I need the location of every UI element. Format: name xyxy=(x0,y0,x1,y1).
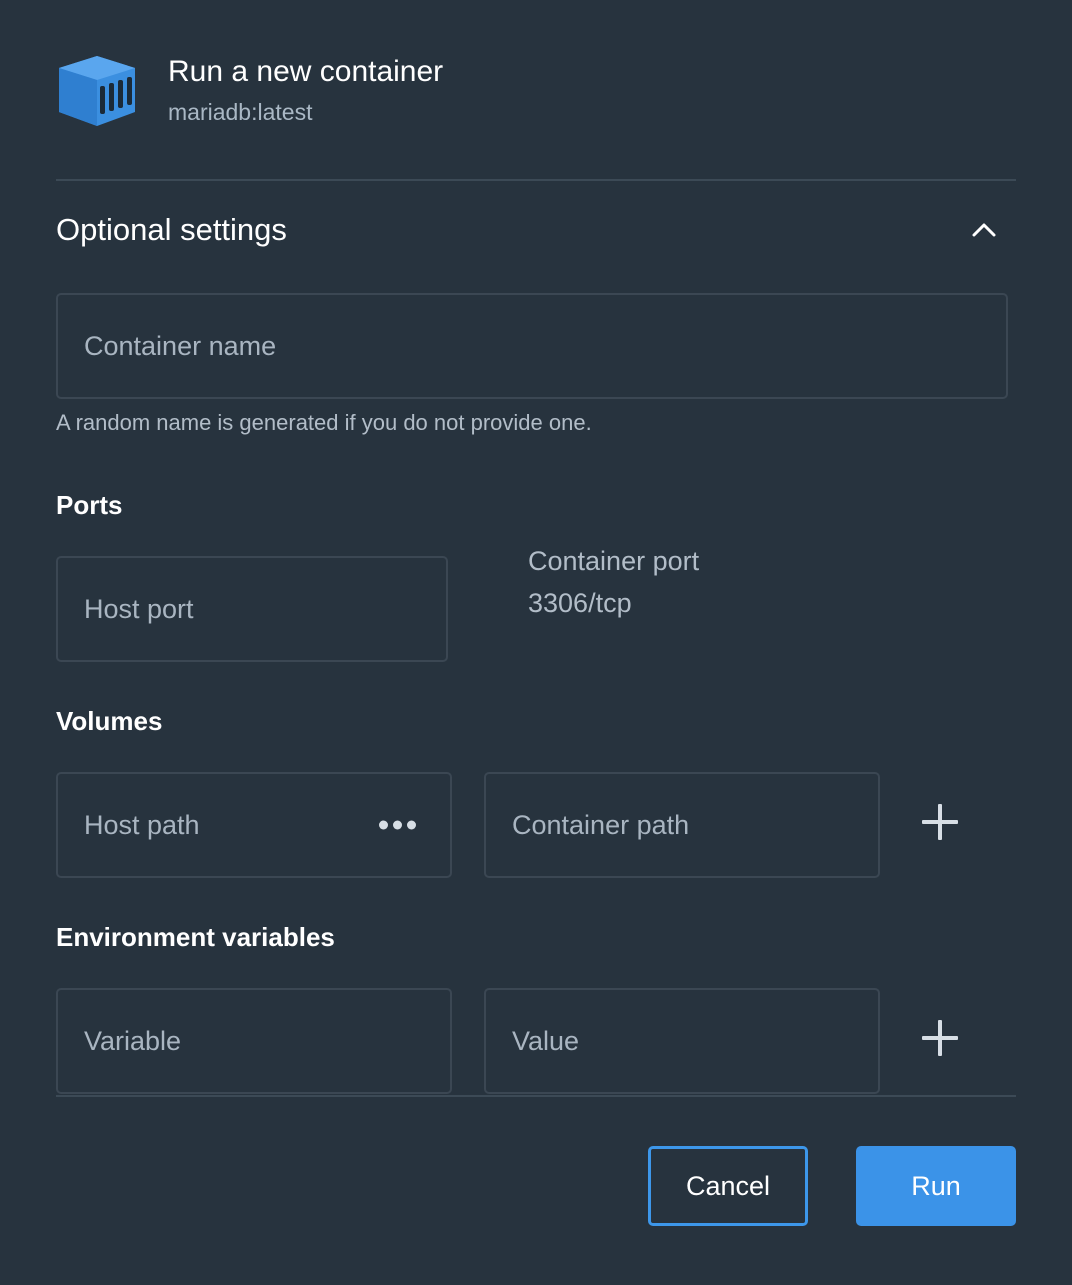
env-variables-label: Environment variables xyxy=(56,922,335,952)
image-name: mariadb:latest xyxy=(168,99,313,125)
value-field[interactable] xyxy=(484,988,880,1094)
add-volume-plus-icon[interactable] xyxy=(922,804,958,840)
variable-field[interactable] xyxy=(56,988,452,1094)
dot xyxy=(379,820,388,830)
dot xyxy=(407,820,416,830)
container-path-input[interactable] xyxy=(486,774,878,876)
host-port-field[interactable] xyxy=(56,556,448,662)
container-port-value: 3306/tcp xyxy=(528,588,632,618)
chevron-up-icon[interactable] xyxy=(970,216,998,244)
add-env-plus-icon[interactable] xyxy=(922,1020,958,1056)
volumes-label: Volumes xyxy=(56,706,163,736)
optional-settings-toggle[interactable]: Optional settings xyxy=(56,208,1016,252)
dialog-header: Run a new container mariadb:latest xyxy=(56,52,443,128)
cancel-button[interactable]: Cancel xyxy=(648,1146,808,1226)
header-divider xyxy=(56,179,1016,181)
value-input[interactable] xyxy=(486,990,878,1092)
host-port-input[interactable] xyxy=(58,558,446,660)
header-text: Run a new container mariadb:latest xyxy=(168,52,443,127)
run-button[interactable]: Run xyxy=(856,1146,1016,1226)
variable-input[interactable] xyxy=(58,990,450,1092)
more-horizontal-icon[interactable] xyxy=(379,820,416,830)
dot xyxy=(393,820,402,830)
optional-settings-title: Optional settings xyxy=(56,212,287,247)
run-container-dialog: Run a new container mariadb:latest Optio… xyxy=(0,0,1072,1285)
host-path-field[interactable] xyxy=(56,772,452,878)
container-port-label: Container port xyxy=(528,546,700,576)
dialog-title: Run a new container xyxy=(168,55,444,88)
container-path-field[interactable] xyxy=(484,772,880,878)
container-name-field[interactable] xyxy=(56,293,1008,399)
container-name-helper: A random name is generated if you do not… xyxy=(56,410,592,435)
container-name-input[interactable] xyxy=(58,295,1006,397)
ports-label: Ports xyxy=(56,490,123,520)
footer-divider xyxy=(56,1095,1016,1097)
container-icon xyxy=(59,56,135,126)
